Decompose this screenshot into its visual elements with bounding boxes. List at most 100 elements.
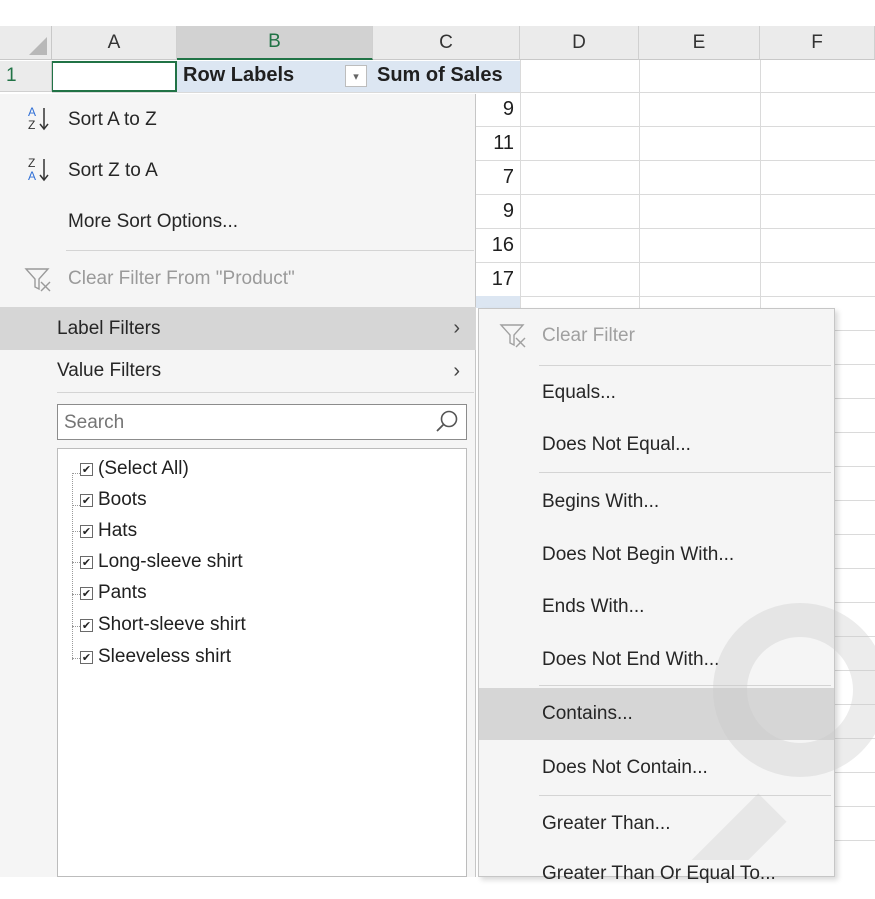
checkbox-checked[interactable]: ✔ <box>80 493 93 507</box>
select-all-corner[interactable] <box>0 26 52 60</box>
label-filters-item[interactable]: Label Filters › <box>0 307 476 350</box>
chevron-right-icon: › <box>453 359 460 382</box>
list-item-label: Short-sleeve shirt <box>98 614 246 635</box>
cell-c1[interactable]: Sum of Sales <box>375 61 520 92</box>
checkbox-checked[interactable]: ✔ <box>80 524 93 538</box>
column-header-e[interactable]: E <box>639 26 760 60</box>
label-filters-label: Label Filters <box>57 317 161 339</box>
sales-value[interactable]: 9 <box>503 98 514 121</box>
more-sort-options-item[interactable]: More Sort Options... <box>0 201 476 243</box>
list-item[interactable]: ✔ Sleeveless shirt <box>80 641 231 673</box>
list-item-select-all[interactable]: ✔ (Select All) <box>80 453 189 485</box>
contains-item[interactable]: Contains... <box>479 688 834 740</box>
grid-line <box>835 330 875 331</box>
menu-separator <box>66 250 474 251</box>
begins-with-label: Begins With... <box>542 491 660 512</box>
list-item-label: Pants <box>98 582 147 603</box>
pivot-row-labels-header: Row Labels <box>183 64 295 86</box>
more-sort-options-label: More Sort Options... <box>68 211 239 232</box>
does-not-contain-label: Does Not Contain... <box>542 757 708 778</box>
does-not-contain-item[interactable]: Does Not Contain... <box>479 743 834 793</box>
checkbox-checked[interactable]: ✔ <box>80 586 93 600</box>
pivot-total-cell-edge <box>476 296 520 308</box>
grid-line <box>835 466 875 467</box>
search-box[interactable] <box>57 404 467 440</box>
tree-line <box>72 594 80 595</box>
cell-b1[interactable]: Row Labels ▾ <box>177 61 375 92</box>
list-item[interactable]: ✔ Hats <box>80 515 137 547</box>
clear-filter-item[interactable]: Clear Filter <box>479 311 834 361</box>
sales-value[interactable]: 17 <box>492 268 514 291</box>
grid-line <box>835 500 875 501</box>
checkbox-checked[interactable]: ✔ <box>80 650 93 664</box>
tree-line <box>72 658 80 659</box>
grid-line <box>835 432 875 433</box>
sort-z-to-a-item[interactable]: Z A Sort Z to A <box>0 150 476 192</box>
clear-filter-from-product-label: Clear Filter From "Product" <box>68 268 295 289</box>
begins-with-item[interactable]: Begins With... <box>479 477 834 527</box>
search-icon[interactable] <box>434 409 460 440</box>
clear-filter-icon <box>24 267 52 299</box>
sales-value[interactable]: 16 <box>492 234 514 257</box>
contains-label: Contains... <box>542 703 633 724</box>
list-item-label: Long-sleeve shirt <box>98 551 243 572</box>
row-labels-filter-dropdown-button[interactable]: ▾ <box>345 65 367 87</box>
does-not-equal-item[interactable]: Does Not Equal... <box>479 420 834 470</box>
value-filters-item[interactable]: Value Filters › <box>0 350 476 392</box>
sort-a-to-z-item[interactable]: A Z Sort A to Z <box>0 99 476 141</box>
menu-separator <box>57 392 474 393</box>
column-header-b[interactable]: B <box>177 26 373 60</box>
list-item-label: Sleeveless shirt <box>98 646 232 667</box>
grid-line <box>835 534 875 535</box>
greater-than-or-equal-item[interactable]: Greater Than Or Equal To... <box>479 849 834 899</box>
sales-value[interactable]: 11 <box>493 132 514 155</box>
grid-line <box>835 602 875 603</box>
tree-line <box>72 473 73 660</box>
value-filters-label: Value Filters <box>57 360 162 381</box>
list-item[interactable]: ✔ Boots <box>80 484 147 516</box>
list-item[interactable]: ✔ Pants <box>80 577 147 609</box>
tree-line <box>72 505 80 506</box>
does-not-begin-with-item[interactable]: Does Not Begin With... <box>479 530 834 580</box>
does-not-begin-with-label: Does Not Begin With... <box>542 544 735 565</box>
sort-z-to-a-label: Sort Z to A <box>68 160 158 181</box>
grid-line <box>835 636 875 637</box>
grid-line <box>476 126 875 127</box>
clear-filter-from-product-item[interactable]: Clear Filter From "Product" <box>0 258 476 300</box>
tree-line <box>72 531 80 532</box>
checkbox-checked[interactable]: ✔ <box>80 462 93 476</box>
does-not-end-with-label: Does Not End With... <box>542 649 720 670</box>
checkbox-checked[interactable]: ✔ <box>80 555 93 569</box>
list-item[interactable]: ✔ Short-sleeve shirt <box>80 609 246 641</box>
filter-items-list[interactable]: ✔ (Select All) ✔ Boots ✔ Hats ✔ Long-sle… <box>57 448 467 877</box>
grid-line <box>835 704 875 705</box>
column-header-f[interactable]: F <box>760 26 875 60</box>
grid-line <box>476 228 875 229</box>
ends-with-item[interactable]: Ends With... <box>479 582 834 632</box>
column-header-d[interactable]: D <box>520 26 639 60</box>
column-header-c[interactable]: C <box>373 26 520 60</box>
row-header-1[interactable]: 1 <box>0 61 52 92</box>
does-not-end-with-item[interactable]: Does Not End With... <box>479 635 834 685</box>
sales-value[interactable]: 9 <box>503 200 514 223</box>
svg-text:Z: Z <box>28 118 35 132</box>
sort-a-to-z-label: Sort A to Z <box>68 109 157 130</box>
label-filters-submenu: Clear Filter Equals... Does Not Equal...… <box>478 308 835 884</box>
menu-separator <box>539 795 831 796</box>
menu-separator <box>539 472 831 473</box>
column-header-a[interactable]: A <box>52 26 177 60</box>
grid-line <box>835 738 875 739</box>
menu-separator <box>539 685 831 686</box>
grid-line <box>476 296 875 297</box>
clear-filter-label: Clear Filter <box>542 325 635 346</box>
grid-line <box>835 364 875 365</box>
grid-line <box>835 670 875 671</box>
checkbox-checked[interactable]: ✔ <box>80 618 93 632</box>
greater-than-item[interactable]: Greater Than... <box>479 799 834 849</box>
sales-value[interactable]: 7 <box>503 166 514 189</box>
grid-line <box>52 92 875 93</box>
cell-a1[interactable] <box>52 61 177 92</box>
list-item[interactable]: ✔ Long-sleeve shirt <box>80 546 243 578</box>
search-input[interactable] <box>62 409 426 437</box>
equals-item[interactable]: Equals... <box>479 368 834 418</box>
